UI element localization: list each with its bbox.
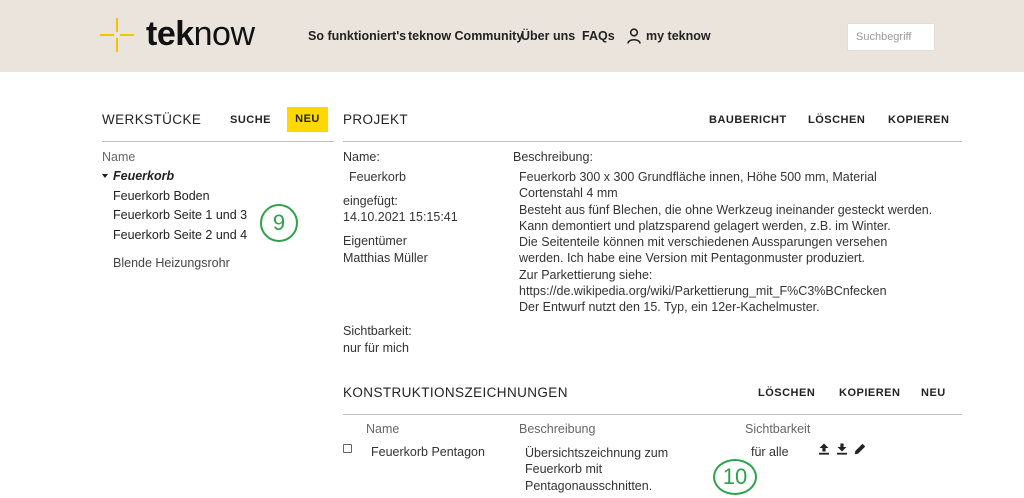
konstruktion-delete-button[interactable]: LÖSCHEN	[758, 387, 815, 399]
search-input[interactable]	[847, 23, 935, 51]
tree-item-child[interactable]: Feuerkorb Boden	[113, 189, 210, 203]
column-header-description: Beschreibung	[519, 422, 596, 436]
werkstuecke-column-name: Name	[102, 150, 136, 164]
drawing-visibility: für alle	[751, 445, 789, 459]
nav-how-it-works[interactable]: So funktioniert's	[308, 29, 406, 43]
name-value: Feuerkorb	[349, 170, 406, 184]
inserted-value: 14.10.2021 15:15:41	[343, 210, 458, 224]
name-label: Name:	[343, 150, 380, 164]
row-select-checkbox[interactable]	[343, 444, 352, 453]
inserted-label: eingefügt:	[343, 194, 398, 208]
konstruktion-new-button[interactable]: NEU	[921, 387, 946, 399]
bericht-button[interactable]: BAUBERICHT	[709, 114, 787, 126]
owner-label: Eigentümer	[343, 234, 407, 248]
column-header-name: Name	[366, 422, 400, 436]
column-header-visibility: Sichtbarkeit	[745, 422, 811, 436]
projekt-title: PROJEKT	[343, 112, 409, 127]
tree-item-child[interactable]: Feuerkorb Seite 2 und 4	[113, 228, 247, 242]
nav-about[interactable]: Über uns	[521, 29, 575, 43]
user-icon[interactable]	[627, 28, 641, 44]
upload-icon[interactable]	[818, 443, 830, 455]
visibility-value: nur für mich	[343, 341, 409, 355]
tree-item-root[interactable]: Feuerkorb	[113, 169, 174, 183]
tree-item-child[interactable]: Feuerkorb Seite 1 und 3	[113, 208, 247, 222]
site-header: teknow So funktioniert's teknow Communit…	[0, 0, 1024, 72]
drawing-description: Übersichtszeichnung zum Feuerkorb mit Pe…	[525, 446, 669, 493]
caret-down-icon[interactable]	[102, 174, 108, 178]
projekt-copy-button[interactable]: KOPIEREN	[888, 114, 949, 126]
konstruktion-copy-button[interactable]: KOPIEREN	[839, 387, 900, 399]
edit-pencil-icon[interactable]	[854, 443, 866, 455]
tree-item[interactable]: Blende Heizungsrohr	[113, 256, 230, 270]
visibility-label: Sichtbarkeit:	[343, 324, 412, 338]
werkstuecke-search-button[interactable]: SUCHE	[230, 114, 271, 126]
brand-wordmark[interactable]: teknow	[146, 14, 255, 54]
drawing-name[interactable]: Feuerkorb Pentagon	[371, 445, 485, 459]
nav-my-teknow[interactable]: my teknow	[646, 29, 711, 43]
teknow-logo-icon[interactable]	[100, 18, 134, 52]
werkstuecke-divider	[102, 141, 334, 142]
description-text: Feuerkorb 300 x 300 Grundfläche innen, H…	[519, 170, 933, 315]
nav-faqs[interactable]: FAQs	[582, 29, 615, 43]
download-icon[interactable]	[836, 443, 848, 455]
owner-value: Matthias Müller	[343, 251, 428, 265]
konstruktion-divider	[343, 414, 962, 415]
annotation-badge-9: 9	[260, 204, 298, 242]
projekt-divider	[343, 141, 962, 142]
projekt-delete-button[interactable]: LÖSCHEN	[808, 114, 865, 126]
annotation-badge-10: 10	[713, 459, 757, 495]
description-label: Beschreibung:	[513, 150, 593, 164]
werkstuecke-title: WERKSTÜCKE	[102, 112, 202, 127]
nav-community[interactable]: teknow Community	[408, 29, 523, 43]
werkstuecke-new-button[interactable]: NEU	[287, 107, 328, 132]
konstruktion-title: KONSTRUKTIONSZEICHNUNGEN	[343, 385, 568, 400]
